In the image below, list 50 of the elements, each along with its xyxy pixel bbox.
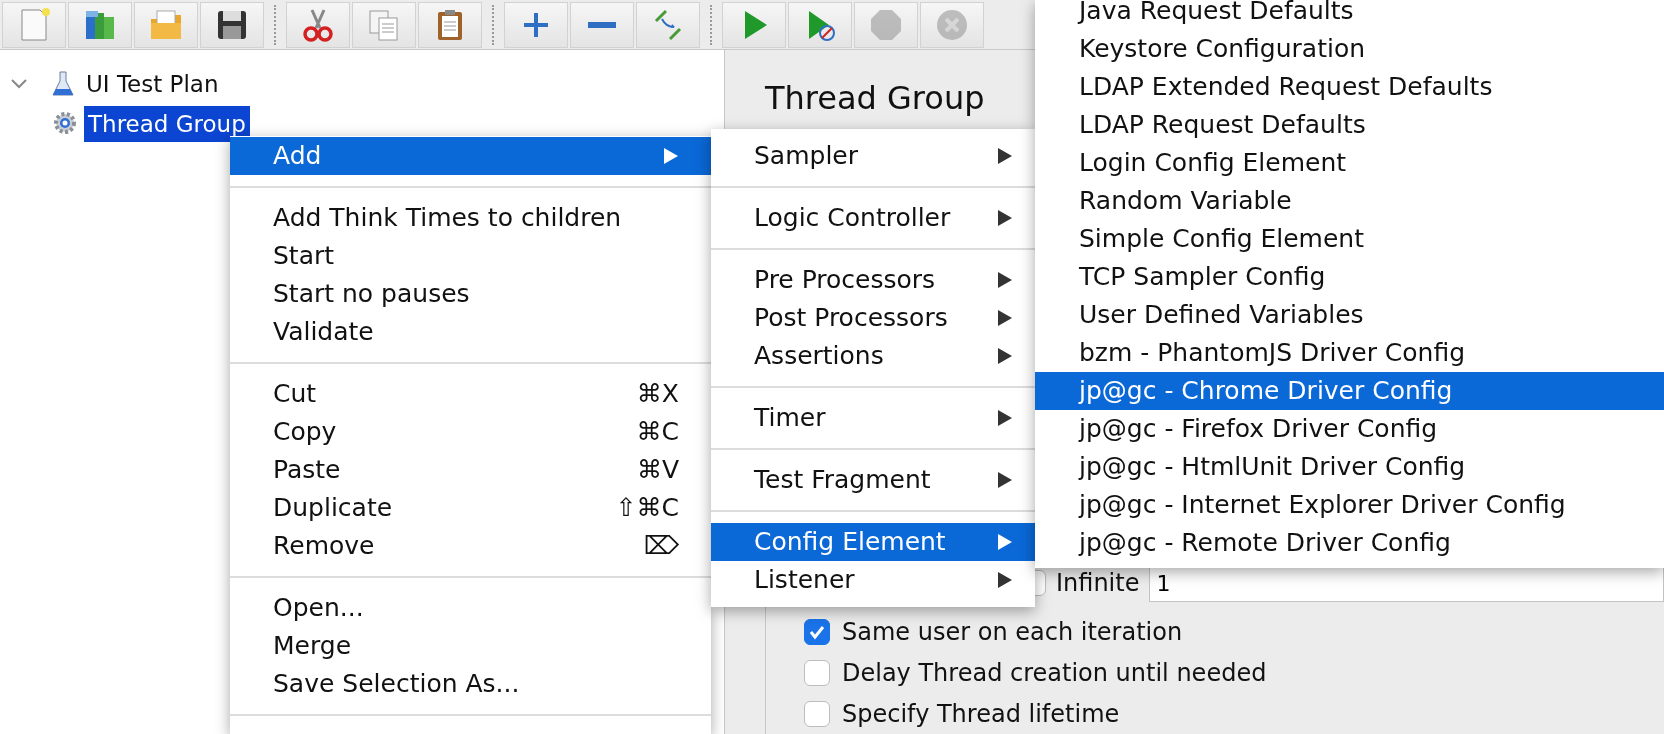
menu-item[interactable]: Merge <box>230 627 711 665</box>
menu-item[interactable]: Timer <box>711 399 1035 437</box>
checkbox[interactable] <box>804 618 830 645</box>
menu-item[interactable]: Listener <box>711 561 1035 599</box>
menu-item[interactable]: jp@gc - HtmlUnit Driver Config <box>1035 448 1664 486</box>
toolbar-button[interactable] <box>200 1 264 48</box>
menu-item[interactable]: Keystore Configuration <box>1035 30 1664 68</box>
minus-icon <box>588 20 616 29</box>
checkbox-label: Specify Thread lifetime <box>842 698 1120 730</box>
menu-item[interactable]: jp@gc - Chrome Driver Config <box>1035 372 1664 410</box>
menu-item[interactable]: jp@gc - Remote Driver Config <box>1035 524 1664 562</box>
menu-item[interactable]: Login Config Element <box>1035 144 1664 182</box>
menu-item[interactable]: Assertions <box>711 337 1035 375</box>
menu-item[interactable]: Open... <box>230 589 711 627</box>
menu-item[interactable]: Start <box>230 237 711 275</box>
menu-item[interactable]: Logic Controller <box>711 199 1035 237</box>
menu-item[interactable]: Random Variable <box>1035 182 1664 220</box>
menu-item[interactable]: Start no pauses <box>230 275 711 313</box>
menu-item[interactable]: Cut ⌘X <box>230 375 711 413</box>
menu-item[interactable]: jp@gc - Internet Explorer Driver Config <box>1035 486 1664 524</box>
menu-item[interactable]: LDAP Extended Request Defaults <box>1035 68 1664 106</box>
panel-title: Thread Group <box>765 78 985 119</box>
checkbox[interactable] <box>804 659 830 686</box>
menu-item[interactable]: User Defined Variables <box>1035 296 1664 334</box>
menu-item[interactable]: bzm - PhantomJS Driver Config <box>1035 334 1664 372</box>
checkbox-label: Delay Thread creation until needed <box>842 657 1267 689</box>
tree-node[interactable]: Thread Group <box>84 106 250 142</box>
menu-item[interactable]: Paste ⌘V <box>230 451 711 489</box>
checkbox-label: Same user on each iteration <box>842 616 1183 648</box>
menu-item[interactable]: Remove ⌦ <box>230 527 711 565</box>
checkbox[interactable] <box>804 700 830 727</box>
menu-item[interactable]: Save Selection As... <box>230 665 711 703</box>
menu-item[interactable]: Copy ⌘C <box>230 413 711 451</box>
menu-item[interactable]: Test Fragment <box>711 461 1035 499</box>
checkbox-label: Infinite <box>1056 568 1140 599</box>
flask-icon <box>50 70 76 98</box>
menu-item[interactable]: Sampler <box>711 137 1035 175</box>
menu-item[interactable]: LDAP Request Defaults <box>1035 106 1664 144</box>
menu-item[interactable]: Post Processors <box>711 299 1035 337</box>
tree-node[interactable]: UI Test Plan <box>82 66 223 102</box>
menu-item[interactable]: Add <box>230 137 711 175</box>
menu-item[interactable]: Simple Config Element <box>1035 220 1664 258</box>
menu-item[interactable]: Config Element <box>711 523 1035 561</box>
chevron-down-icon[interactable] <box>10 78 28 90</box>
menu-item[interactable]: TCP Sampler Config <box>1035 258 1664 296</box>
menu-item[interactable]: Pre Processors <box>711 261 1035 299</box>
menu-item[interactable]: jp@gc - Firefox Driver Config <box>1035 410 1664 448</box>
menu-item[interactable]: Duplicate ⇧⌘C <box>230 489 711 527</box>
menu-item[interactable]: Add Think Times to children <box>230 199 711 237</box>
menu-item[interactable]: Validate <box>230 313 711 351</box>
